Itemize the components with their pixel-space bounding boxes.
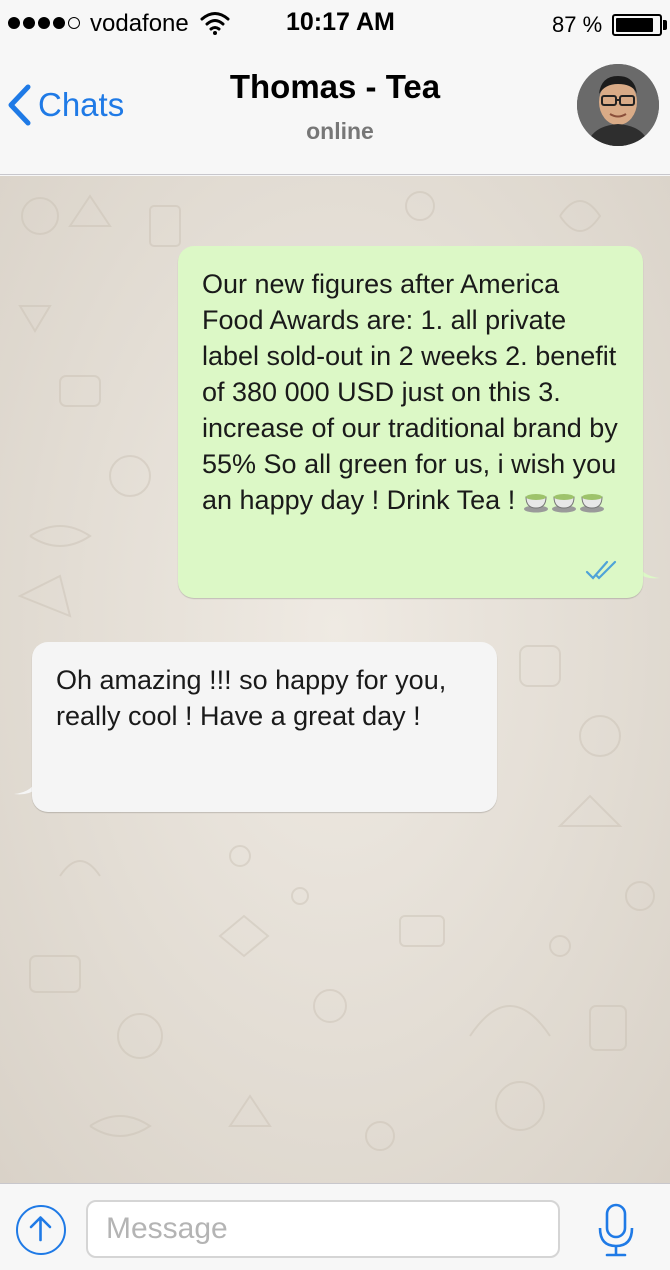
- contact-name[interactable]: Thomas - Tea: [0, 68, 670, 106]
- read-receipt-icon: [585, 560, 617, 580]
- attach-button[interactable]: [16, 1205, 66, 1255]
- incoming-message-bubble[interactable]: Oh amazing !!! so happy for you, really …: [32, 642, 497, 812]
- contact-status: online: [306, 118, 374, 144]
- message-input[interactable]: [86, 1200, 560, 1258]
- status-bar: vodafone 10:17 AM 87 %: [0, 0, 670, 50]
- battery-percent: 87 %: [552, 12, 603, 37]
- outgoing-message-bubble[interactable]: Our new figures after America Food Award…: [178, 246, 643, 598]
- clock-time: 10:17 AM: [286, 8, 395, 36]
- chat-header: Chats Thomas - Tea online: [0, 50, 670, 175]
- teacup-icon: [523, 494, 548, 513]
- teacup-icon: [551, 494, 576, 513]
- outgoing-message-text: Our new figures after America Food Award…: [202, 269, 618, 515]
- incoming-message-text: Oh amazing !!! so happy for you, really …: [56, 665, 447, 731]
- teacup-emojis: [523, 491, 605, 513]
- contact-avatar[interactable]: [577, 64, 659, 146]
- battery-icon: [612, 14, 662, 36]
- signal-strength-icon: [8, 17, 80, 29]
- carrier-name: vodafone: [90, 10, 189, 37]
- teacup-icon: [579, 494, 604, 513]
- message-input-bar: [0, 1183, 670, 1270]
- battery-tip: [663, 20, 667, 30]
- chat-area[interactable]: Our new figures after America Food Award…: [0, 176, 670, 1183]
- microphone-icon[interactable]: [596, 1202, 636, 1258]
- avatar-photo: [577, 64, 659, 146]
- arrow-up-icon: [29, 1216, 52, 1242]
- wifi-icon: [200, 12, 230, 35]
